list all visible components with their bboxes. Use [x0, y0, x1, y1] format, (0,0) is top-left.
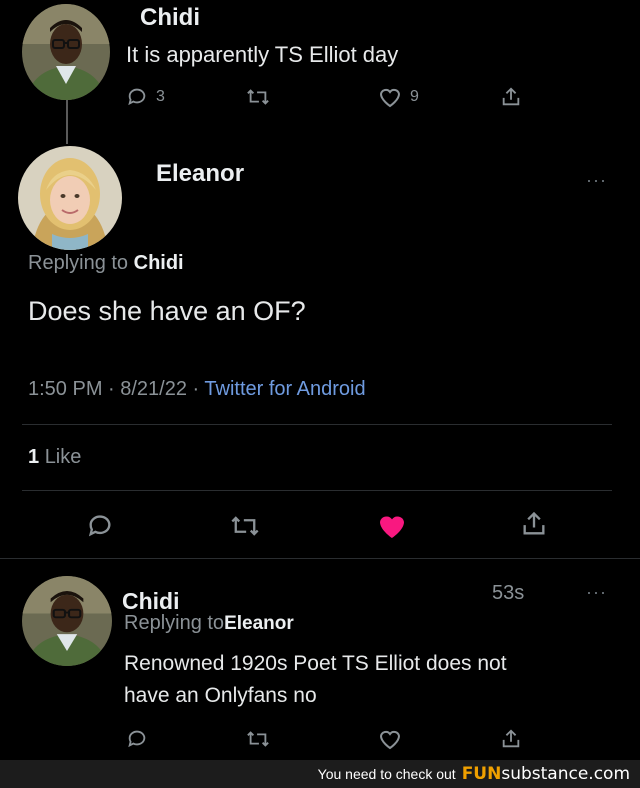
- chidi-avatar[interactable]: [22, 4, 110, 100]
- retweet-icon: [231, 516, 259, 536]
- tweet3-more-button[interactable]: ···: [586, 582, 607, 603]
- footer-brand-rest: substance.com: [501, 764, 630, 784]
- heart-icon: [379, 88, 401, 108]
- tweet3-share-button[interactable]: [500, 728, 522, 750]
- chidi-avatar[interactable]: [22, 576, 112, 666]
- tweet3-like-button[interactable]: [378, 728, 402, 750]
- tweet2-meta: 1:50 PM · 8/21/22 · Twitter for Android: [28, 378, 366, 401]
- tweet2-replying-to: Replying to Chidi: [28, 252, 184, 275]
- tweet3-reply-target[interactable]: Eleanor: [224, 613, 294, 634]
- reply-icon: [128, 730, 146, 748]
- tweet1-author-name[interactable]: Chidi: [140, 4, 200, 32]
- tweet3-text-line2: have an Onlyfans no: [124, 684, 317, 707]
- tweet3-reply-button[interactable]: [126, 728, 148, 750]
- tweet2-text: Does she have an OF?: [28, 296, 306, 326]
- likes-label: Like: [44, 446, 82, 468]
- retweet-icon: [247, 731, 269, 747]
- tweet3-retweet-button[interactable]: [246, 728, 270, 750]
- tweet2-source-link[interactable]: Twitter for Android: [204, 378, 365, 400]
- share-icon: [502, 87, 520, 106]
- reply-icon: [128, 88, 146, 106]
- retweet-icon: [247, 89, 269, 105]
- tweet1-retweet-button[interactable]: [246, 86, 270, 108]
- footer-brand[interactable]: FUNsubstance.com: [462, 764, 630, 784]
- replying-prefix: Replying to: [124, 612, 225, 634]
- reply-icon: [88, 515, 111, 537]
- replying-prefix: Replying to: [28, 252, 129, 274]
- tweet2-retweet-button[interactable]: [230, 512, 260, 540]
- tweet3-text-line1: Renowned 1920s Poet TS Elliot does not: [124, 652, 507, 675]
- divider: [0, 558, 640, 559]
- tweet1-like-button[interactable]: 9: [378, 86, 419, 108]
- tweet2-more-button[interactable]: ···: [586, 170, 607, 191]
- divider: [22, 424, 612, 425]
- tweet1-share-button[interactable]: [500, 86, 522, 108]
- tweet2-likes-summary[interactable]: 1 Like: [28, 446, 81, 469]
- tweet3-author-name[interactable]: Chidi: [122, 588, 180, 615]
- share-icon: [523, 511, 545, 535]
- tweet1-text: It is apparently TS Elliot day: [126, 42, 399, 67]
- footer-text: You need to check out: [317, 766, 456, 782]
- thread-connector: [66, 100, 68, 144]
- tweet2-share-button[interactable]: [520, 510, 548, 538]
- tweet2-author-name[interactable]: Eleanor: [156, 160, 244, 188]
- tweet2-reply-target[interactable]: Chidi: [134, 252, 184, 274]
- tweet2-like-button[interactable]: [376, 511, 408, 541]
- tweet2-time-date: 1:50 PM · 8/21/22 ·: [28, 378, 205, 400]
- tweet3-age: 53s: [492, 582, 525, 604]
- divider: [22, 490, 612, 491]
- eleanor-avatar[interactable]: [18, 146, 122, 250]
- heart-icon-filled: [380, 516, 404, 538]
- footer-brand-bold: FUN: [461, 764, 502, 784]
- tweet1-like-count: 9: [410, 88, 419, 105]
- tweet2-reply-button[interactable]: [86, 512, 114, 540]
- share-icon: [502, 729, 520, 748]
- tweet1-reply-button[interactable]: 3: [126, 86, 165, 108]
- heart-icon: [379, 730, 401, 750]
- watermark-footer: You need to check out FUNsubstance.com: [0, 760, 640, 788]
- likes-count: 1: [28, 446, 40, 468]
- tweet3-replying-to: Replying toEleanor: [124, 612, 294, 635]
- tweet1-reply-count: 3: [156, 88, 165, 105]
